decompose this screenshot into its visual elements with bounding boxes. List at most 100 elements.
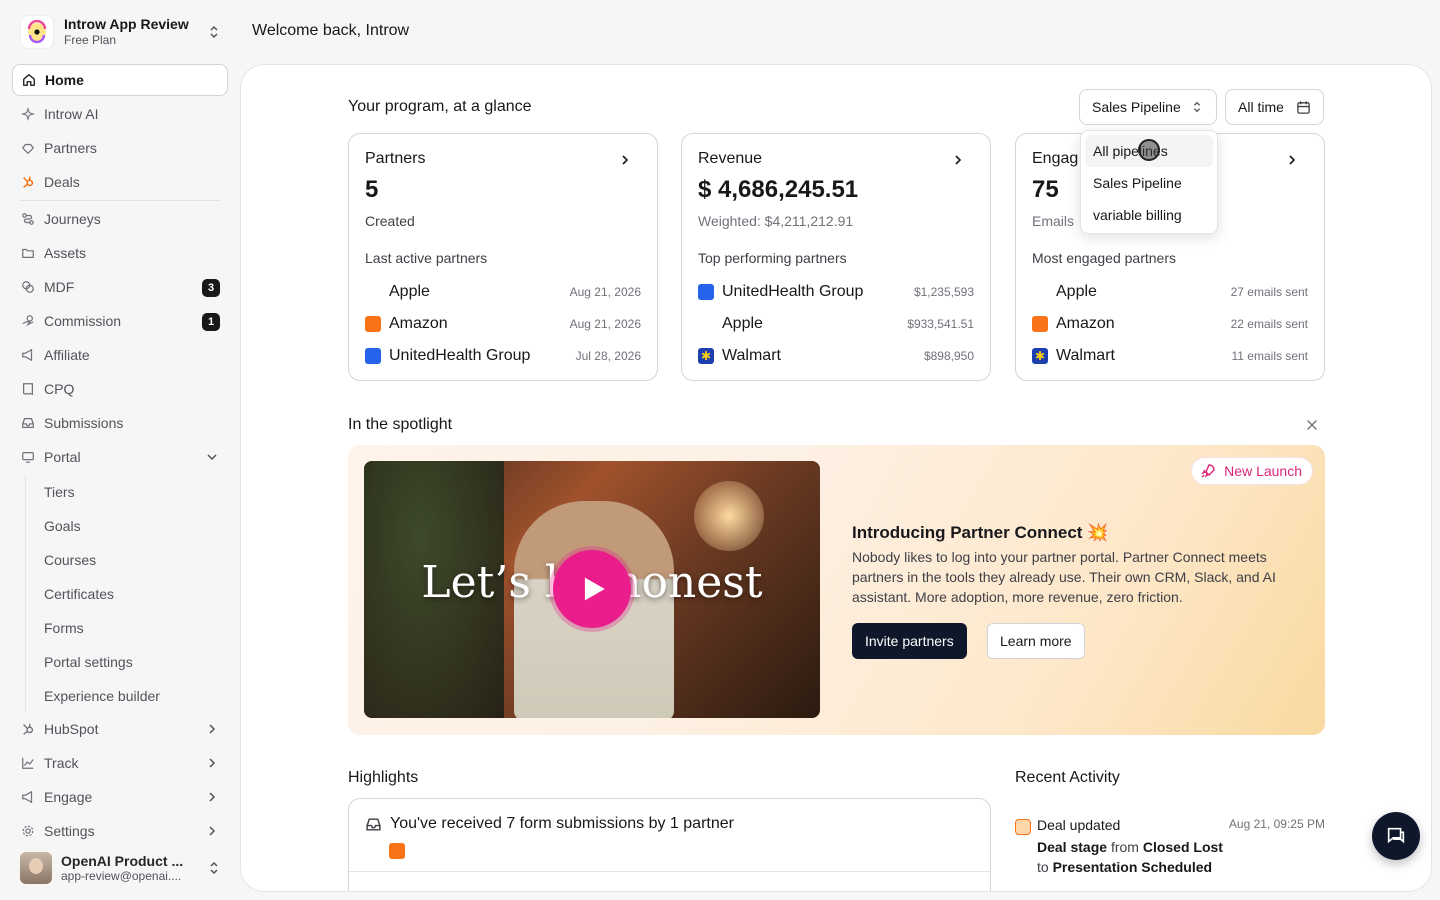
chevron-right-icon[interactable]	[617, 152, 633, 168]
pipeline-option-sales[interactable]: Sales Pipeline	[1085, 167, 1213, 199]
highlight-item[interactable]: You've received 7 form submissions by 1 …	[365, 815, 734, 833]
sidebar-item-submissions[interactable]: Submissions	[12, 407, 228, 439]
sidebar-item-introw-ai[interactable]: Introw AI	[12, 98, 228, 130]
sidebar-item-portal[interactable]: Portal	[12, 441, 228, 473]
spotlight-description: Nobody likes to log into your partner po…	[852, 549, 1276, 605]
sidebar-item-engage[interactable]: Engage	[12, 781, 228, 813]
sidebar-item-label: Partners	[44, 140, 97, 156]
list-item[interactable]: ✱ Walmart $898,950	[698, 340, 974, 372]
user-email: app-review@openai....	[61, 869, 182, 883]
sidebar-item-label: Home	[45, 72, 84, 88]
list-item[interactable]: Apple 27 emails sent	[1032, 276, 1308, 308]
page-title: Welcome back, Introw	[252, 22, 410, 39]
sidebar-item-label: Deals	[44, 174, 80, 190]
list-item[interactable]: ✱ Walmart 11 emails sent	[1032, 340, 1308, 372]
sidebar-item-label: MDF	[44, 279, 75, 295]
home-icon	[21, 72, 37, 88]
sidebar-item-assets[interactable]: Assets	[12, 237, 228, 269]
list-item[interactable]: UnitedHealth Group $1,235,593	[698, 276, 974, 308]
walmart-logo-icon: ✱	[1032, 348, 1048, 364]
close-icon[interactable]	[1305, 418, 1319, 432]
partner-meta: $933,541.51	[907, 317, 974, 331]
sidebar-item-experience-builder[interactable]: Experience builder	[44, 679, 228, 713]
list-item[interactable]: Amazon Aug 21, 2026	[365, 308, 641, 340]
sidebar-item-portal-settings[interactable]: Portal settings	[44, 645, 228, 679]
sidebar-item-track[interactable]: Track	[12, 747, 228, 779]
card-value: 75	[1032, 176, 1059, 203]
sidebar-item-label: Introw AI	[44, 106, 99, 122]
play-button[interactable]	[553, 550, 631, 628]
org-switcher[interactable]: Introw App Review Free Plan	[12, 10, 228, 54]
sidebar-item-goals[interactable]: Goals	[44, 509, 228, 543]
hubspot-icon	[20, 721, 36, 737]
card-title: Revenue	[698, 150, 763, 167]
partner-meta: $898,950	[923, 349, 974, 363]
list-item[interactable]: Apple Aug 21, 2026	[365, 276, 641, 308]
sidebar-item-cpq[interactable]: CPQ	[12, 373, 228, 405]
card-title: Partners	[365, 150, 426, 167]
sidebar-item-deals[interactable]: Deals	[12, 166, 228, 198]
sidebar-item-partners[interactable]: Partners	[12, 132, 228, 164]
chevron-right-icon	[209, 724, 216, 734]
revenue-card[interactable]: Revenue $ 4,686,245.51 Weighted: $4,211,…	[681, 133, 991, 381]
sidebar-item-tiers[interactable]: Tiers	[44, 475, 228, 509]
spotlight-title: In the spotlight	[348, 416, 453, 433]
partner-name: Amazon	[389, 315, 448, 332]
avatar	[20, 852, 52, 884]
sidebar-item-journeys[interactable]: Journeys	[12, 203, 228, 235]
sidebar-item-courses[interactable]: Courses	[44, 543, 228, 577]
partner-name: Amazon	[1056, 315, 1115, 332]
sidebar-item-affiliate[interactable]: Affiliate	[12, 339, 228, 371]
activity-timestamp: Aug 21, 09:25 PM	[1228, 817, 1325, 831]
chat-button[interactable]	[1372, 812, 1420, 860]
apple-logo-icon	[698, 316, 714, 332]
org-logo	[20, 15, 54, 49]
partner-meta: 11 emails sent	[1231, 349, 1308, 363]
sidebar-item-label: Commission	[44, 313, 122, 329]
hubspot-icon	[20, 174, 36, 190]
video-player[interactable]: Let’s be honest	[364, 461, 820, 718]
sidebar-item-home[interactable]: Home	[12, 64, 228, 96]
chevron-right-icon[interactable]	[950, 152, 966, 168]
org-name: Introw App Review	[64, 16, 189, 32]
sidebar-item-settings[interactable]: Settings	[12, 815, 228, 847]
sidebar-item-commission[interactable]: Commission 1	[12, 305, 228, 337]
sidebar-item-label: Journeys	[44, 211, 101, 227]
user-menu[interactable]: OpenAI Product ... app-review@openai....	[12, 848, 228, 888]
highlights-title: Highlights	[348, 769, 419, 786]
unitedhealth-logo-icon	[698, 284, 714, 300]
pipeline-option-variable-billing[interactable]: variable billing	[1085, 199, 1213, 231]
partner-meta: Aug 21, 2026	[569, 285, 641, 299]
card-list-heading: Top performing partners	[698, 250, 847, 266]
route-icon	[20, 211, 36, 227]
list-item[interactable]: UnitedHealth Group Jul 28, 2026	[365, 340, 641, 372]
card-subtitle: Weighted: $4,211,212.91	[698, 213, 854, 229]
inbox-icon	[366, 817, 381, 831]
divider	[349, 871, 990, 872]
megaphone-icon	[20, 789, 36, 805]
new-launch-badge: New Launch	[1191, 457, 1313, 485]
partners-card[interactable]: Partners 5 Created Last active partners …	[348, 133, 658, 381]
activity-to-value: Presentation Scheduled	[1052, 859, 1213, 875]
sidebar-item-label: Submissions	[44, 415, 124, 431]
chevron-updown-icon	[210, 861, 218, 875]
sidebar-item-mdf[interactable]: MDF 3	[12, 271, 228, 303]
sidebar-item-certificates[interactable]: Certificates	[44, 577, 228, 611]
sidebar-item-forms[interactable]: Forms	[44, 611, 228, 645]
list-item[interactable]: Amazon 22 emails sent	[1032, 308, 1308, 340]
sidebar-item-label: CPQ	[44, 381, 75, 397]
learn-more-button[interactable]: Learn more	[987, 623, 1085, 659]
unitedhealth-logo-icon	[365, 348, 381, 364]
chevron-right-icon[interactable]	[1284, 152, 1300, 168]
partner-name: Walmart	[1056, 347, 1115, 364]
card-title: Engag	[1032, 150, 1079, 167]
time-range-button[interactable]: All time	[1225, 89, 1324, 125]
sidebar-item-label: Assets	[44, 245, 87, 261]
glance-title: Your program, at a glance	[348, 98, 532, 115]
list-item[interactable]: Apple $933,541.51	[698, 308, 974, 340]
pipeline-select[interactable]: Sales Pipeline	[1079, 89, 1217, 125]
activity-field: Deal stage	[1037, 839, 1108, 855]
partner-meta: 27 emails sent	[1230, 285, 1308, 299]
sidebar-item-hubspot[interactable]: HubSpot	[12, 713, 228, 745]
invite-partners-button[interactable]: Invite partners	[852, 623, 967, 659]
